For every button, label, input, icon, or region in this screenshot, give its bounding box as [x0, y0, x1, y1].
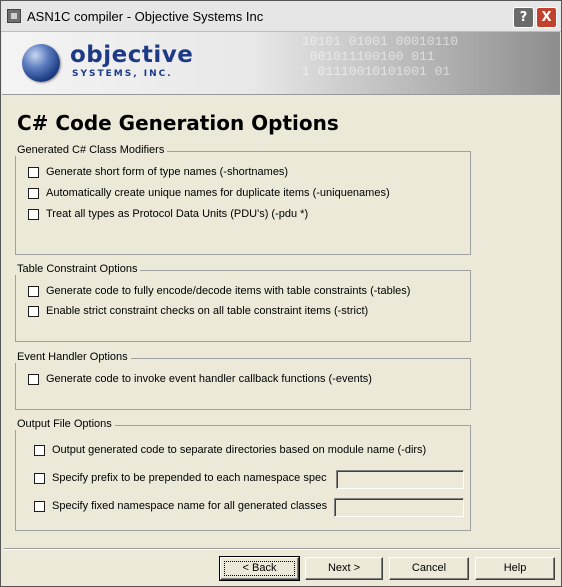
option-label: Generate code to fully encode/decode ite…	[46, 285, 411, 297]
shortnames-checkbox[interactable]	[28, 166, 39, 178]
back-button[interactable]: < Back	[219, 556, 300, 581]
option-label: Automatically create unique names for du…	[46, 187, 390, 199]
option-label: Specify fixed namespace name for all gen…	[52, 500, 328, 512]
window-title: ASN1C compiler - Objective Systems Inc	[27, 9, 264, 24]
page-title: C# Code Generation Options	[17, 111, 339, 135]
option-label: Generate short form of type names (-shor…	[46, 166, 289, 178]
banner-background-digits: 10101 01001 00010110 001011100100 011 1 …	[302, 34, 459, 79]
group-legend: Output File Options	[14, 418, 115, 430]
fixed-namespace-option[interactable]: Specify fixed namespace name for all gen…	[34, 500, 327, 512]
header-banner: 10101 01001 00010110 001011100100 011 1 …	[2, 32, 560, 95]
wizard-window: ASN1C compiler - Objective Systems Inc ?…	[0, 0, 562, 587]
next-button-label: Next >	[327, 562, 361, 574]
fixed-namespace-checkbox[interactable]	[34, 500, 45, 512]
uniquenames-option[interactable]: Automatically create unique names for du…	[28, 187, 390, 199]
group-legend: Event Handler Options	[14, 351, 131, 363]
back-button-label: < Back	[242, 562, 277, 574]
cancel-button-label: Cancel	[411, 562, 447, 574]
tables-checkbox[interactable]	[28, 285, 39, 297]
next-button[interactable]: Next >	[305, 557, 383, 580]
tables-option[interactable]: Generate code to fully encode/decode ite…	[28, 285, 410, 297]
namespace-prefix-checkbox[interactable]	[34, 472, 45, 484]
help-button[interactable]: Help	[475, 557, 555, 580]
group-legend: Generated C# Class Modifiers	[14, 144, 168, 156]
strict-checkbox[interactable]	[28, 305, 39, 317]
pdu-checkbox[interactable]	[28, 208, 39, 220]
events-checkbox[interactable]	[28, 373, 39, 385]
group-legend: Table Constraint Options	[14, 263, 141, 275]
title-bar[interactable]: ASN1C compiler - Objective Systems Inc ?…	[1, 1, 561, 32]
help-button-label: Help	[503, 562, 527, 574]
class-modifiers-group: Generated C# Class Modifiers Generate sh…	[14, 144, 471, 255]
dirs-option[interactable]: Output generated code to separate direct…	[34, 444, 426, 456]
option-label: Specify prefix to be prepended to each n…	[52, 472, 327, 484]
shortnames-option[interactable]: Generate short form of type names (-shor…	[28, 166, 288, 178]
close-button[interactable]: X	[536, 7, 557, 28]
events-option[interactable]: Generate code to invoke event handler ca…	[28, 373, 372, 385]
dirs-checkbox[interactable]	[34, 444, 45, 456]
help-title-button[interactable]: ?	[513, 7, 534, 28]
logo-wordmark: objective	[70, 42, 194, 68]
cancel-button[interactable]: Cancel	[389, 557, 469, 580]
option-label: Output generated code to separate direct…	[52, 444, 427, 456]
event-handler-group: Event Handler Options Generate code to i…	[14, 351, 471, 410]
fixed-namespace-input[interactable]	[334, 498, 464, 517]
app-icon	[7, 9, 21, 23]
namespace-prefix-input[interactable]	[336, 470, 464, 489]
option-label: Generate code to invoke event handler ca…	[46, 373, 372, 385]
option-label: Treat all types as Protocol Data Units (…	[46, 208, 309, 220]
option-label: Enable strict constraint checks on all t…	[46, 305, 369, 317]
namespace-prefix-option[interactable]: Specify prefix to be prepended to each n…	[34, 472, 327, 484]
strict-option[interactable]: Enable strict constraint checks on all t…	[28, 305, 368, 317]
pdu-option[interactable]: Treat all types as Protocol Data Units (…	[28, 208, 308, 220]
logo-subtitle: SYSTEMS, INC.	[72, 69, 173, 79]
button-bar-divider	[4, 548, 560, 550]
table-constraint-group: Table Constraint Options Generate code t…	[14, 263, 471, 342]
output-file-group: Output File Options Output generated cod…	[14, 418, 471, 531]
globe-logo-icon	[22, 44, 60, 82]
uniquenames-checkbox[interactable]	[28, 187, 39, 199]
